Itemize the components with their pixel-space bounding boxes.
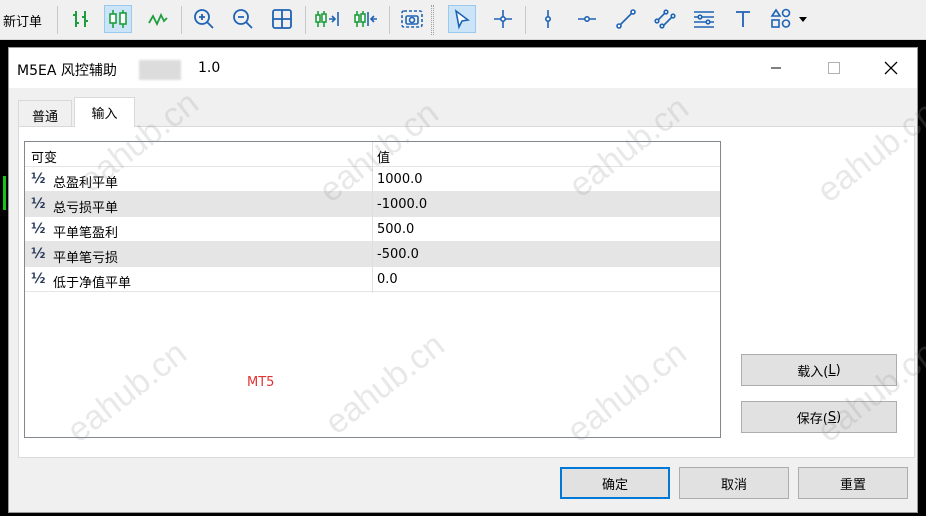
- dialog-titlebar[interactable]: M5EA 风控辅助 1.0: [9, 48, 917, 88]
- variable-name: 总亏损平单: [53, 201, 119, 216]
- chart-candle: [3, 176, 6, 210]
- variable-value[interactable]: 500.0: [377, 222, 414, 237]
- tab-common[interactable]: 普通: [18, 100, 72, 126]
- ok-button[interactable]: 确定: [560, 467, 670, 499]
- save-label-end: ): [836, 409, 842, 425]
- line-chart-icon[interactable]: [144, 5, 172, 33]
- load-label-end: ): [835, 362, 841, 378]
- close-button[interactable]: [868, 48, 914, 88]
- cancel-button[interactable]: 取消: [679, 467, 789, 499]
- maximize-button[interactable]: [811, 48, 857, 88]
- trendline-icon[interactable]: [612, 5, 640, 33]
- mt5-label: MT5: [247, 375, 275, 390]
- shapes-icon[interactable]: [767, 5, 795, 33]
- crosshair-icon[interactable]: [489, 5, 517, 33]
- variable-name: 平单笔亏损: [53, 251, 119, 266]
- header-variable[interactable]: 可变: [31, 147, 57, 166]
- double-type-icon: ½: [31, 171, 46, 187]
- variable-value[interactable]: -1000.0: [377, 197, 427, 212]
- dialog-version: 1.0: [198, 60, 221, 76]
- header-value[interactable]: 值: [377, 147, 390, 166]
- chart-shift-icon[interactable]: [313, 5, 341, 33]
- zoom-in-icon[interactable]: [190, 5, 218, 33]
- variable-value[interactable]: -500.0: [377, 247, 419, 262]
- zoom-out-icon[interactable]: [229, 5, 257, 33]
- bar-chart-icon[interactable]: [67, 5, 95, 33]
- chart-area-left: [0, 40, 8, 516]
- variable-value[interactable]: 1000.0: [377, 172, 423, 187]
- load-button[interactable]: 载入(L): [741, 354, 897, 386]
- save-hotkey: S: [827, 409, 837, 425]
- column-divider[interactable]: [372, 142, 373, 293]
- variable-name: 低于净值平单: [53, 276, 132, 291]
- variable-value[interactable]: 0.0: [377, 272, 398, 287]
- toolbar-separator: [525, 6, 526, 34]
- autoscroll-icon[interactable]: [352, 5, 380, 33]
- fibonacci-icon[interactable]: [690, 5, 718, 33]
- minimize-button[interactable]: [753, 48, 799, 88]
- variable-name: 平单笔盈利: [53, 226, 119, 241]
- redacted-text: [139, 60, 181, 80]
- channel-icon[interactable]: [651, 5, 679, 33]
- dialog-title: M5EA 风控辅助: [17, 63, 117, 79]
- dropdown-icon[interactable]: [796, 5, 810, 33]
- toolbar-separator: [57, 6, 58, 34]
- new-order-button[interactable]: 新订单: [3, 11, 42, 30]
- tab-inputs[interactable]: 输入: [74, 97, 135, 127]
- toolbar-separator: [181, 6, 182, 34]
- horizontal-line-icon[interactable]: [573, 5, 601, 33]
- vertical-line-icon[interactable]: [534, 5, 562, 33]
- reset-button[interactable]: 重置: [798, 467, 908, 499]
- load-label: 载入(: [797, 364, 829, 380]
- double-type-icon: ½: [31, 196, 46, 212]
- text-icon[interactable]: [729, 5, 757, 33]
- candlestick-icon[interactable]: [104, 5, 132, 33]
- tile-windows-icon[interactable]: [268, 5, 296, 33]
- ea-properties-dialog: M5EA 风控辅助 1.0 普通 输入 可变 值 ½ 总盈利平单 1000.0 …: [8, 47, 918, 513]
- chart-area-right: [918, 40, 926, 516]
- screenshot-icon[interactable]: [398, 5, 426, 33]
- inputs-grid: 可变 值 ½ 总盈利平单 1000.0 ½ 总亏损平单 -1000.0 ½ 平单…: [24, 141, 721, 438]
- toolbar-separator: [305, 6, 306, 34]
- toolbar-grip[interactable]: [431, 5, 434, 35]
- save-button[interactable]: 保存(S): [741, 401, 897, 433]
- double-type-icon: ½: [31, 221, 46, 237]
- double-type-icon: ½: [31, 246, 46, 262]
- main-toolbar: 新订单: [0, 0, 926, 40]
- cursor-icon[interactable]: [448, 5, 476, 33]
- save-label: 保存(: [796, 411, 828, 427]
- load-hotkey: L: [828, 362, 836, 378]
- variable-name: 总盈利平单: [53, 176, 119, 191]
- toolbar-separator: [389, 6, 390, 34]
- double-type-icon: ½: [31, 271, 46, 287]
